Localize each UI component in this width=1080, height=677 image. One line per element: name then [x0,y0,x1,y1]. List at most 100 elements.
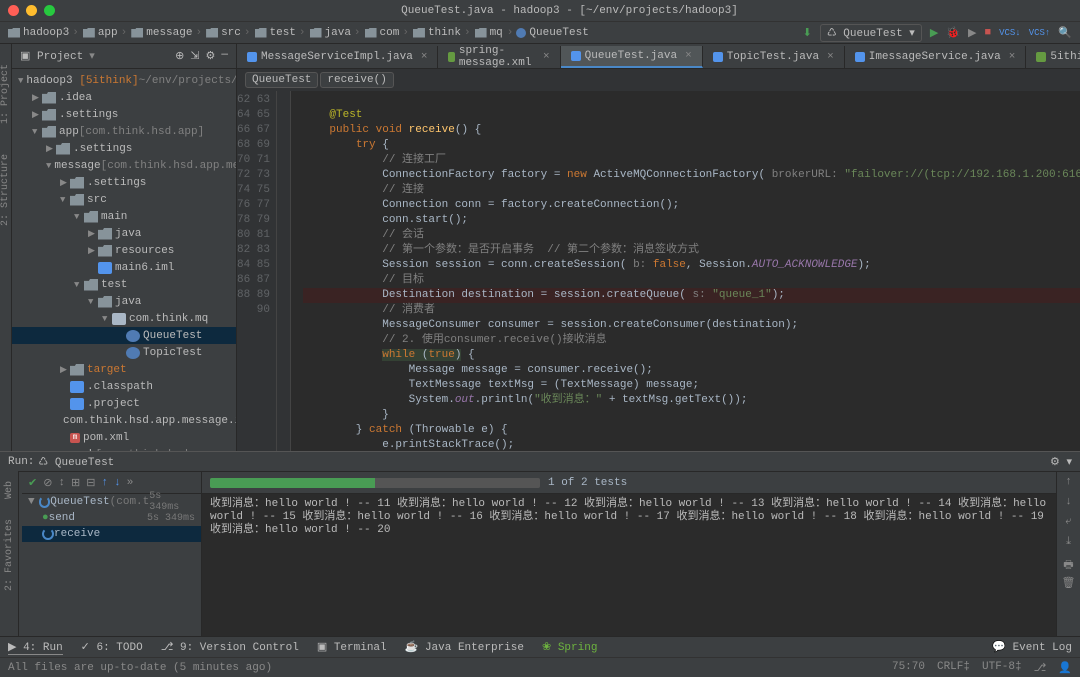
run-config-selector[interactable]: ♺ QueueTest ▾ [820,24,922,42]
maximize-window[interactable] [44,5,55,16]
tool-favorites[interactable]: 2: Favorites [4,519,15,591]
tool-jee[interactable]: ☕ Java Enterprise [405,640,524,654]
event-log[interactable]: 💬 Event Log [992,640,1072,654]
tool-vcs[interactable]: ⎇ 9: Version Control [161,640,299,654]
breadcrumb-think[interactable]: think › [413,27,471,39]
tab-spring-message.xml[interactable]: spring-message.xml × [438,46,560,68]
inspections-icon[interactable]: 👤 [1058,661,1072,675]
prev-test-icon[interactable]: ↑ [101,477,108,489]
test-send[interactable]: ● send5s 349ms [22,510,201,526]
clear-icon[interactable]: 🗑 [1062,576,1076,590]
breadcrumb-com[interactable]: com › [365,27,409,39]
close-tab-icon[interactable]: × [543,51,550,63]
debug-button[interactable]: 🐞 [946,26,960,40]
line-separator[interactable]: CRLF‡ [937,661,970,675]
breadcrumb-app[interactable]: app › [83,27,127,39]
tree-item-java[interactable]: ▶java [12,225,236,242]
settings-gear-icon[interactable]: ⚙ [206,49,216,63]
tool-spring[interactable]: ❀ Spring [542,640,597,654]
collapse-all-icon[interactable]: ⇲ [190,49,199,63]
breadcrumb-mq[interactable]: mq [475,27,503,39]
tree-item-main6.iml[interactable]: main6.iml [12,259,236,276]
build-icon[interactable]: ⬇ [803,26,812,40]
tree-item-resources[interactable]: ▶resources [12,242,236,259]
hide-panel-icon[interactable]: — [221,49,228,63]
run-button[interactable]: ▶ [930,26,938,40]
scroll-up-icon[interactable]: ↑ [1062,476,1076,490]
tree-item-.classpath[interactable]: .classpath [12,378,236,395]
tree-item-app[interactable]: ▼app [com.think.hsd.app] [12,123,236,140]
tree-item-QueueTest[interactable]: QueueTest [12,327,236,344]
tree-item-TopicTest[interactable]: TopicTest [12,344,236,361]
breadcrumb-file[interactable]: › QueueTest [507,27,589,39]
minimize-window[interactable] [26,5,37,16]
tool-run[interactable]: ▶ 4: Run [8,640,63,655]
close-tab-icon[interactable]: × [1009,51,1016,63]
tree-item-java[interactable]: ▼java [12,293,236,310]
search-icon[interactable]: 🔍 [1058,26,1072,40]
breadcrumb-java[interactable]: java › [310,27,361,39]
tree-item-.idea[interactable]: ▶.idea [12,89,236,106]
tab-MessageServiceImpl.java[interactable]: MessageServiceImpl.java × [237,46,438,68]
tool-terminal[interactable]: ▣ Terminal [317,640,387,654]
breadcrumb-hadoop3[interactable]: hadoop3 › [8,27,79,39]
tab-QueueTest.java[interactable]: QueueTest.java × [561,46,703,68]
vcs-update[interactable]: VCS↓ [999,28,1021,38]
tree-root[interactable]: ▼hadoop3 [5ithink] ~/env/projects/hadoo [12,72,236,89]
close-tab-icon[interactable]: × [421,51,428,63]
tree-item-com.think.mq[interactable]: ▼com.think.mq [12,310,236,327]
breadcrumb-method[interactable]: receive() [320,72,393,88]
tree-item-test[interactable]: ▼test [12,276,236,293]
show-ignored-icon[interactable]: ⊘ [43,476,52,490]
tree-item-search[interactable]: ▶search [com.think.hsd.app.search [12,446,236,451]
close-window[interactable] [8,5,19,16]
test-receive[interactable]: receive [22,526,201,542]
tool-structure[interactable]: 2: Structure [0,154,11,226]
tree-item-.project[interactable]: .project [12,395,236,412]
tab-ImessageService.java[interactable]: ImessageService.java × [845,46,1027,68]
file-encoding[interactable]: UTF-8‡ [982,661,1022,675]
tree-item-main[interactable]: ▼main [12,208,236,225]
scroll-down-icon[interactable]: ↓ [1062,496,1076,510]
stop-button[interactable]: ■ [984,27,991,39]
tree-item-target[interactable]: ▶target [12,361,236,378]
more-icon[interactable]: » [127,477,134,489]
vcs-commit[interactable]: VCS↑ [1029,28,1051,38]
project-tree[interactable]: ▼hadoop3 [5ithink] ~/env/projects/hadoo▶… [12,69,236,451]
test-tree[interactable]: ✔ ⊘ ↕ ⊞ ⊟ ↑ ↓ » ▼ QueueTest (com.t5s 349… [22,472,202,636]
close-tab-icon[interactable]: × [827,51,834,63]
breadcrumb-class[interactable]: QueueTest [245,72,318,88]
git-branch[interactable]: ⎇ [1034,661,1047,675]
tool-todo[interactable]: ✓ 6: TODO [81,640,143,654]
scroll-to-end-icon[interactable]: ⤓ [1062,536,1076,550]
show-passed-icon[interactable]: ✔ [28,476,37,490]
breadcrumb-message[interactable]: message › [131,27,202,39]
tab-TopicTest.java[interactable]: TopicTest.java × [703,46,845,68]
tool-web[interactable]: Web [4,481,15,499]
scroll-from-source-icon[interactable]: ⊕ [175,49,184,63]
coverage-button[interactable]: ▶ [968,26,976,40]
tree-item-.settings[interactable]: ▶.settings [12,140,236,157]
tree-item-com.think.hsd.app.message.iml[interactable]: com.think.hsd.app.message.iml [12,412,236,429]
tree-item-message[interactable]: ▼message [com.think.hsd.app.mes [12,157,236,174]
tree-item-pom.xml[interactable]: mpom.xml [12,429,236,446]
tree-item-.settings[interactable]: ▶.settings [12,106,236,123]
run-settings-icon[interactable]: ⚙ ▾ [1050,455,1072,469]
code-editor[interactable]: 62 63 64 65 66 67 68 69 70 71 72 73 74 7… [237,91,1080,451]
soft-wrap-icon[interactable]: ⤶ [1062,516,1076,530]
sort-icon[interactable]: ↕ [58,477,65,489]
breadcrumb-test[interactable]: test › [255,27,306,39]
fold-gutter[interactable] [277,91,291,451]
print-icon[interactable]: 🖶 [1062,556,1076,570]
tree-item-.settings[interactable]: ▶.settings [12,174,236,191]
tab-5ithink[interactable]: 5ithink × [1026,46,1080,68]
project-view-selector[interactable]: ▣ Project [20,49,83,63]
console-output[interactable]: 收到消息：hello world ! -- 11 收到消息：hello worl… [202,494,1056,636]
tree-item-src[interactable]: ▼src [12,191,236,208]
code-content[interactable]: @Test public void receive() { try { // 连… [291,91,1080,451]
tool-project[interactable]: 1: Project [0,64,11,124]
caret-position[interactable]: 75:70 [892,661,925,675]
test-QueueTest[interactable]: ▼ QueueTest (com.t5s 349ms [22,494,201,510]
collapse-all-icon[interactable]: ⊟ [86,476,95,490]
next-test-icon[interactable]: ↓ [114,477,121,489]
